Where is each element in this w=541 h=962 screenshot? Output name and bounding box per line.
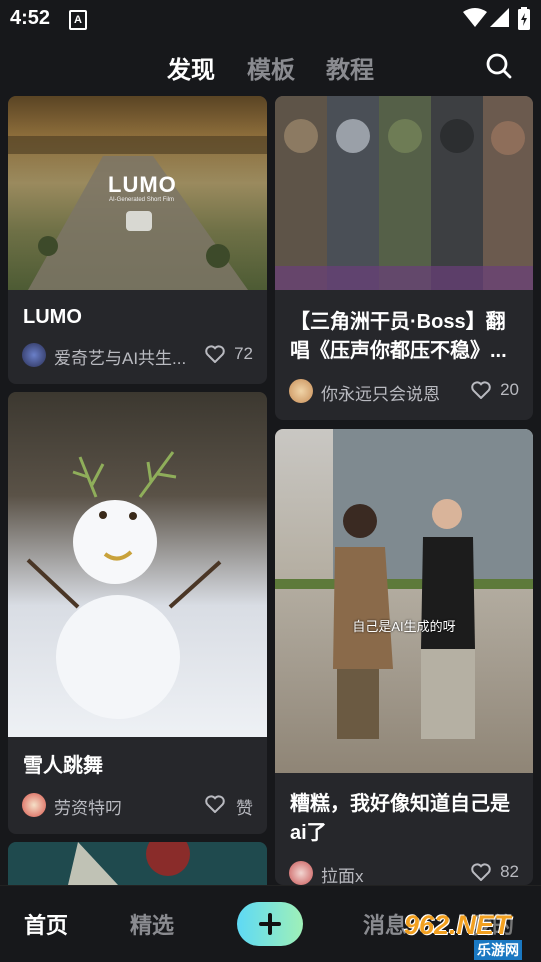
like-count: 72: [234, 344, 253, 363]
wifi-icon: [463, 8, 487, 27]
video-subtitle: 自己是AI生成的呀: [352, 619, 456, 634]
notification-icon: A: [69, 10, 87, 30]
thumbnail-subtitle: AI-Generated Short Film: [109, 197, 175, 203]
card-meta: 爱奇艺与AI共生... 72: [22, 341, 253, 369]
status-time: 4:52: [10, 7, 51, 29]
video-thumbnail[interactable]: [8, 392, 267, 737]
heart-icon[interactable]: [471, 863, 491, 881]
nav-featured[interactable]: 精选: [130, 908, 174, 940]
card-title: 雪人跳舞: [23, 755, 103, 777]
card-title: LUMO: [23, 306, 82, 328]
video-thumbnail[interactable]: [275, 96, 533, 290]
search-icon[interactable]: [486, 53, 512, 79]
card-meta: 你永远只会说恩 20: [289, 377, 519, 405]
like-count: 赞: [236, 799, 253, 818]
top-tabs: 发现 模板 教程: [0, 46, 541, 86]
battery-charging-icon: [518, 7, 530, 30]
tab-tutorials[interactable]: 教程: [326, 50, 374, 85]
author-name[interactable]: 拉面x: [321, 862, 461, 885]
card-meta: 拉面x 82: [289, 859, 519, 885]
like-count: 82: [500, 862, 519, 881]
avatar[interactable]: [22, 793, 46, 817]
avatar[interactable]: [22, 343, 46, 367]
heart-icon[interactable]: [205, 345, 225, 363]
feed-card[interactable]: 【三角洲干员·Boss】翻唱《压声你都压不稳》... 你永远只会说恩 20: [275, 96, 533, 420]
avatar[interactable]: [289, 861, 313, 885]
feed-card[interactable]: 雪人跳舞 劳资特叼 赞: [8, 392, 267, 834]
watermark-subtitle: 乐游网: [474, 940, 522, 960]
card-title: 糟糕，我好像知道自己是ai了: [290, 793, 510, 844]
thumbnail-title: LUMO: [108, 172, 177, 197]
ink-art-image: [8, 842, 267, 885]
site-watermark: 962.NET 乐游网: [398, 904, 538, 960]
heart-icon[interactable]: [471, 381, 491, 399]
card-title: 【三角洲干员·Boss】翻唱《压声你都压不稳》...: [290, 311, 507, 362]
video-thumbnail[interactable]: LUMO AI-Generated Short Film: [8, 96, 267, 290]
watermark-logo: 962.NET: [404, 910, 511, 940]
like-count: 20: [500, 380, 519, 399]
feed-card[interactable]: LUMO AI-Generated Short Film LUMO 爱奇艺与AI…: [8, 96, 267, 384]
author-name[interactable]: 劳资特叼: [54, 794, 194, 819]
nav-home[interactable]: 首页: [24, 908, 68, 940]
soldiers-image: [275, 96, 533, 290]
tab-discover[interactable]: 发现: [167, 50, 215, 85]
video-thumbnail[interactable]: 自己是AI生成的呀: [275, 429, 533, 773]
heart-icon[interactable]: [205, 795, 225, 813]
tab-templates[interactable]: 模板: [247, 50, 295, 85]
street-people-image: [275, 429, 533, 739]
author-name[interactable]: 你永远只会说恩: [321, 380, 461, 405]
signal-icon: [490, 8, 509, 27]
avatar[interactable]: [289, 379, 313, 403]
feed-card[interactable]: [8, 842, 267, 885]
snowman-image: [26, 451, 222, 719]
author-name[interactable]: 爱奇艺与AI共生...: [54, 344, 194, 369]
create-button[interactable]: [237, 902, 303, 946]
card-meta: 劳资特叼 赞: [22, 791, 253, 819]
status-bar: 4:52 A: [0, 0, 541, 38]
feed-card[interactable]: 自己是AI生成的呀 糟糕，我好像知道自己是ai了 拉面x 82: [275, 429, 533, 885]
